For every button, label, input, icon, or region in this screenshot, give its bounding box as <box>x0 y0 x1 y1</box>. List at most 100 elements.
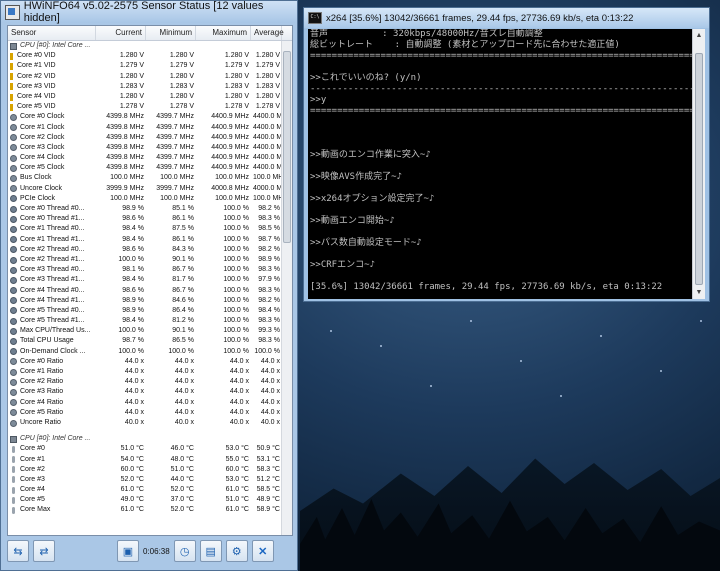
maximum-value: 44.0 x <box>229 408 249 416</box>
network-button[interactable]: ▣ <box>117 540 139 562</box>
sensor-row[interactable]: Core #5 Clock 4399.8 MHz 4399.7 MHz 4400.9 … <box>8 163 282 173</box>
sensor-row[interactable]: Core #0 51.0 °C 46.0 °C 53.0 °C 50.9 °C <box>8 444 282 454</box>
average-value: 98.3 % <box>258 317 280 325</box>
minimum-value: 1.280 V <box>169 52 194 60</box>
average-value: 98.2 % <box>258 296 280 304</box>
sensor-row[interactable]: Core #2 Thread #0... 98.6 % 84.3 % 100.0 % 9… <box>8 245 282 255</box>
sensor-row[interactable]: Core #5 Ratio 44.0 x 44.0 x 44.0 x 44.0 x <box>8 408 282 418</box>
usage-icon <box>10 276 17 284</box>
sensor-row[interactable]: Core #0 Thread #1... 98.6 % 86.1 % 100.0 % 9… <box>8 214 282 224</box>
hwinfo-window[interactable]: HWiNFO64 v5.02-2575 Sensor Status [12 va… <box>0 0 298 571</box>
sensor-row[interactable]: Core #1 VID 1.279 V 1.279 V 1.279 V 1.279 V <box>8 61 282 71</box>
sensor-label: Core #1 VID <box>17 62 56 70</box>
sensor-row[interactable]: Core Max 61.0 °C 52.0 °C 61.0 °C 58.9 °C <box>8 505 282 515</box>
hwinfo-titlebar[interactable]: HWiNFO64 v5.02-2575 Sensor Status [12 va… <box>1 0 297 24</box>
x264-console-window[interactable]: C:\ x264 [35.6%] 13042/36661 frames, 29.… <box>303 7 710 302</box>
sensor-name: Core #2 Thread #1... <box>8 255 96 265</box>
sensor-row[interactable]: Core #1 Thread #0... 98.4 % 87.5 % 100.0 % 9… <box>8 224 282 234</box>
sensor-row[interactable]: Core #1 Thread #1... 98.4 % 86.1 % 100.0 % 9… <box>8 235 282 245</box>
current-value: 44.0 x <box>124 398 144 406</box>
sensor-row[interactable]: Core #3 52.0 °C 44.0 °C 53.0 °C 51.2 °C <box>8 475 282 485</box>
sensor-row[interactable]: Core #2 Clock 4399.8 MHz 4399.7 MHz 4400.9 … <box>8 133 282 143</box>
current-value: 100.0 % <box>118 255 144 263</box>
console-scrollbar-thumb[interactable] <box>695 53 703 285</box>
sensor-row[interactable]: Core #5 VID 1.278 V 1.278 V 1.278 V 1.278 V <box>8 102 282 112</box>
sensor-row[interactable]: Core #1 Ratio 44.0 x 44.0 x 44.0 x 44.0 x <box>8 367 282 377</box>
sensor-row[interactable]: Core #5 Thread #1... 98.4 % 81.2 % 100.0 % 9… <box>8 316 282 326</box>
sensor-name: Core #3 VID <box>8 82 96 92</box>
sensor-row[interactable]: Core #3 Clock 4399.8 MHz 4399.7 MHz 4400.9 … <box>8 143 282 153</box>
minimum-value: 4399.7 MHz <box>156 113 194 121</box>
column-header-current[interactable]: Current <box>96 26 146 40</box>
sensor-row[interactable]: On-Demand Clock ... 100.0 % 100.0 % 100.0 %… <box>8 347 282 357</box>
usage-icon <box>10 327 17 335</box>
sensor-row[interactable]: Core #3 Ratio 44.0 x 44.0 x 44.0 x 44.0 x <box>8 387 282 397</box>
sensor-row[interactable]: Core #0 Thread #0... 98.9 % 85.1 % 100.0 % 9… <box>8 204 282 214</box>
minimum-value <box>146 434 196 444</box>
sensor-row[interactable]: Max CPU/Thread Us... 100.0 % 90.1 % 100.0 %… <box>8 326 282 336</box>
sensor-row[interactable]: Bus Clock 100.0 MHz 100.0 MHz 100.0 MHz 100.… <box>8 173 282 183</box>
clock-icon <box>10 185 17 193</box>
sensor-row[interactable]: Core #2 60.0 °C 51.0 °C 60.0 °C 58.3 °C <box>8 465 282 475</box>
scrollbar-thumb[interactable] <box>283 51 291 243</box>
sensor-row[interactable]: Core #4 61.0 °C 52.0 °C 61.0 °C 58.5 °C <box>8 485 282 495</box>
voltage-icon <box>10 62 14 70</box>
collapse-expand-button[interactable]: ⇄ <box>33 540 55 562</box>
sensor-label: Core #3 VID <box>17 82 56 90</box>
navigate-left-right-button[interactable]: ⇆ <box>7 540 29 562</box>
settings-gear-button[interactable]: ⚙ <box>225 540 248 562</box>
sensor-row[interactable]: Core #4 VID 1.280 V 1.280 V 1.280 V 1.280 V <box>8 92 282 102</box>
sensor-row[interactable]: Core #0 Ratio 44.0 x 44.0 x 44.0 x 44.0 x <box>8 357 282 367</box>
maximum-value: 100.0 % <box>223 235 249 243</box>
maximum-value: 61.0 °C <box>225 486 249 494</box>
sensor-row[interactable]: Core #2 VID 1.280 V 1.280 V 1.280 V 1.280 V <box>8 72 282 82</box>
column-header-maximum[interactable]: Maximum <box>196 26 251 40</box>
console-output[interactable]: 音声 : 320kbps/48000Hz/音ズレ自動調整 総ビットレート : 自動… <box>308 29 693 299</box>
column-header-minimum[interactable]: Minimum <box>146 26 196 40</box>
sensor-row[interactable]: Uncore Clock 3999.9 MHz 3999.7 MHz 4000.8 M… <box>8 184 282 194</box>
sensor-row[interactable]: Core #0 Clock 4399.8 MHz 4399.7 MHz 4400.9 … <box>8 112 282 122</box>
sensor-row[interactable]: PCIe Clock 100.0 MHz 100.0 MHz 100.0 MHz 100… <box>8 194 282 204</box>
clock-reset-button[interactable]: ◷ <box>173 540 196 562</box>
sensor-row[interactable]: Core #4 Ratio 44.0 x 44.0 x 44.0 x 44.0 x <box>8 398 282 408</box>
current-value: 52.0 °C <box>120 475 144 483</box>
current-value: 98.6 % <box>122 245 144 253</box>
column-header-average[interactable]: Average <box>251 26 284 40</box>
sensor-table-scrollbar[interactable] <box>281 41 292 535</box>
thermometer-icon <box>12 445 15 453</box>
sensor-table[interactable]: Sensor Current Minimum Maximum Average C… <box>7 25 293 536</box>
sensor-row[interactable]: Core #0 VID 1.280 V 1.280 V 1.280 V 1.280 V <box>8 51 282 61</box>
sensor-group-row[interactable]: CPU [#0]: Intel Core ... <box>8 41 282 51</box>
sensor-row[interactable]: Core #2 Thread #1... 100.0 % 90.1 % 100.0 %… <box>8 255 282 265</box>
sensor-row[interactable]: Core #4 Thread #1... 98.9 % 84.6 % 100.0 % 9… <box>8 296 282 306</box>
column-header-sensor[interactable]: Sensor <box>8 26 96 40</box>
sensor-row[interactable]: Core #5 Thread #0... 98.9 % 86.4 % 100.0 % 9… <box>8 306 282 316</box>
sensor-row[interactable]: Core #1 Clock 4399.8 MHz 4399.7 MHz 4400.9 … <box>8 123 282 133</box>
add-report-button[interactable]: ▤ <box>199 540 222 562</box>
sensor-row[interactable]: Core #4 Thread #0... 98.6 % 86.7 % 100.0 % 9… <box>8 286 282 296</box>
sensor-name: Core #2 Clock <box>8 133 96 143</box>
sensor-row[interactable]: Core #2 Ratio 44.0 x 44.0 x 44.0 x 44.0 x <box>8 377 282 387</box>
scroll-up-arrow-icon[interactable]: ▲ <box>693 29 705 42</box>
minimum-value: 48.0 °C <box>170 455 194 463</box>
console-titlebar[interactable]: C:\ x264 [35.6%] 13042/36661 frames, 29.… <box>304 8 709 28</box>
usage-icon <box>10 205 17 213</box>
sensor-name: Core #2 <box>8 465 96 475</box>
sensor-row[interactable]: Core #5 49.0 °C 37.0 °C 51.0 °C 48.9 °C <box>8 495 282 505</box>
sensor-name: Core #2 Ratio <box>8 377 96 387</box>
sensor-row[interactable]: Core #3 Thread #1... 98.4 % 81.7 % 100.0 % 9… <box>8 275 282 285</box>
sensor-name: Core Max <box>8 505 96 515</box>
sensor-row[interactable]: Uncore Ratio 40.0 x 40.0 x 40.0 x 40.0 x <box>8 418 282 428</box>
sensor-row[interactable]: Core #1 54.0 °C 48.0 °C 55.0 °C 53.1 °C <box>8 455 282 465</box>
sensor-row[interactable]: Core #3 VID 1.283 V 1.283 V 1.283 V 1.283 V <box>8 82 282 92</box>
close-button[interactable]: ✕ <box>251 540 274 562</box>
sensor-row[interactable]: Core #3 Thread #0... 98.1 % 86.7 % 100.0 % 9… <box>8 265 282 275</box>
sensor-row[interactable]: Total CPU Usage 98.7 % 86.5 % 100.0 % 98.3 % <box>8 336 282 346</box>
sensor-label: Core #0 Clock <box>20 113 65 121</box>
sensor-label: Core #3 Clock <box>20 143 65 151</box>
console-scrollbar[interactable]: ▲ ▼ <box>692 29 705 299</box>
minimum-value: 4399.7 MHz <box>156 164 194 172</box>
sensor-row[interactable]: Core #4 Clock 4399.8 MHz 4399.7 MHz 4400.9 … <box>8 153 282 163</box>
scroll-down-arrow-icon[interactable]: ▼ <box>693 286 705 299</box>
sensor-group-row[interactable]: CPU [#0]: Intel Core ... <box>8 434 282 444</box>
